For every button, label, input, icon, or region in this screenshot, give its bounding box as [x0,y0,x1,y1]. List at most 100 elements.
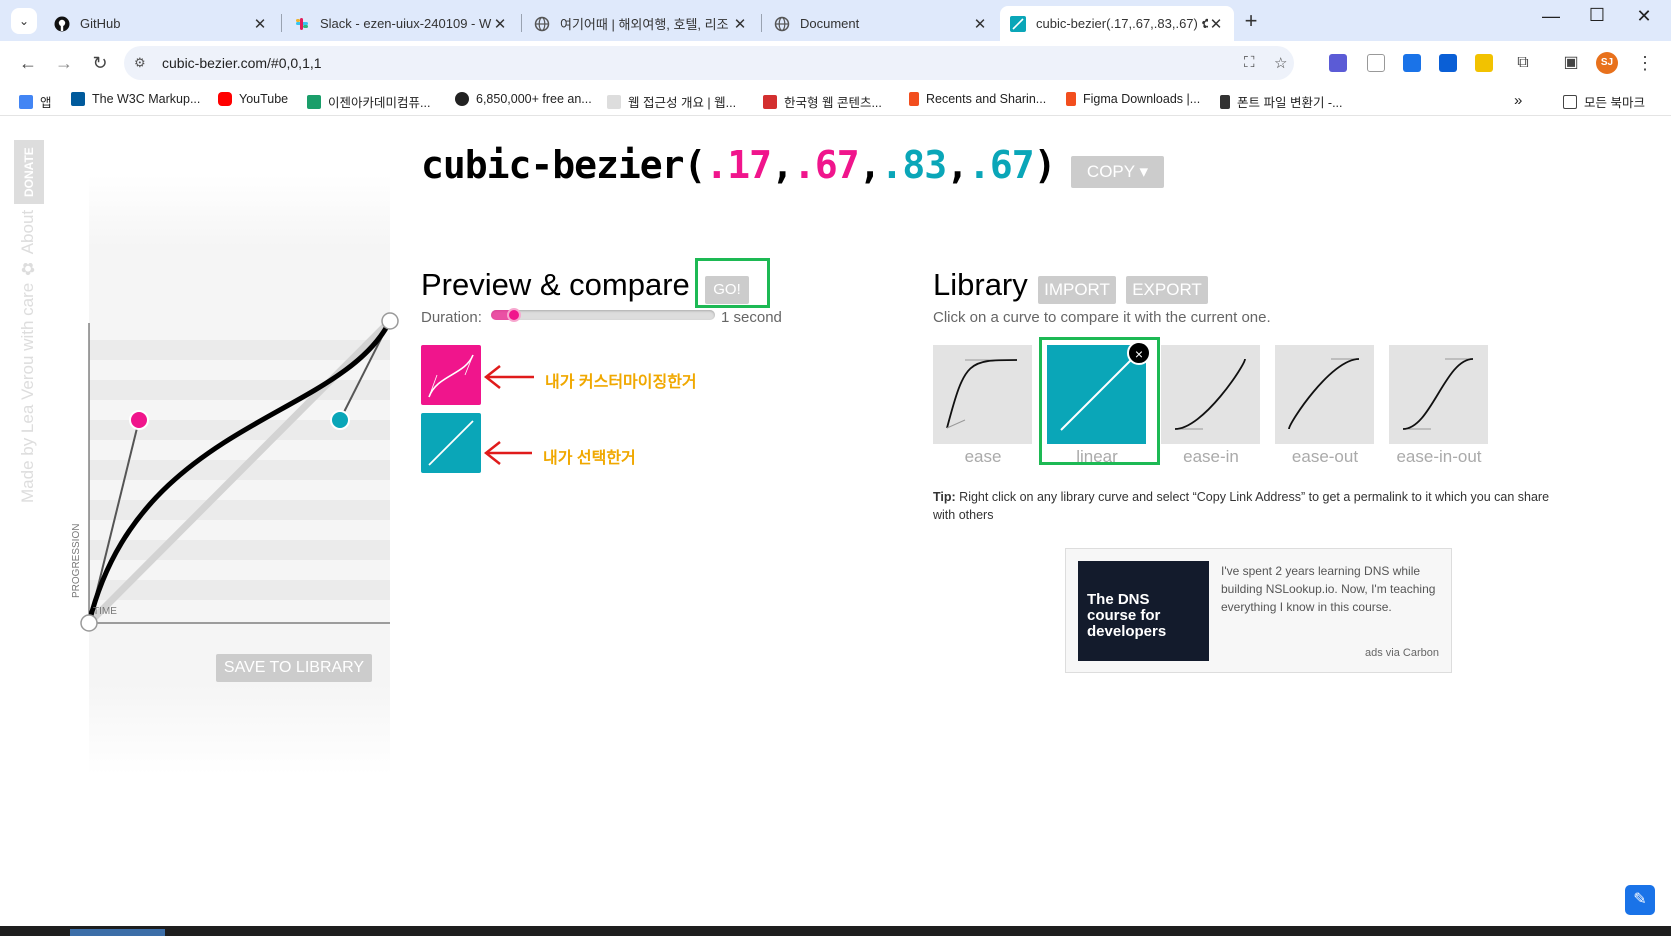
plus-icon: + [1244,8,1258,33]
bookmark-font-converter[interactable]: 폰트 파일 변환기 -... [1220,92,1343,111]
bookmark-apps[interactable]: 앱 [19,92,52,111]
annotation-arrow-icon [483,441,532,465]
library-item-ease-out[interactable] [1275,345,1374,444]
minimize-icon: — [1542,6,1560,26]
copy-button[interactable]: COPY ▾ [1071,156,1164,188]
bookmarks-overflow-button[interactable]: » [1514,92,1522,109]
tab-slack[interactable]: Slack - ezen-uiux-240109 - W ✕ [284,6,518,41]
taskbar-item[interactable] [70,929,165,936]
bookmark-all[interactable]: 모든 북마크 [1563,92,1645,111]
forward-button[interactable]: → [51,50,77,76]
extension-icon[interactable] [1329,54,1347,72]
extensions-button[interactable]: ⧉ [1510,50,1536,76]
tab-yeogi[interactable]: 여기어때 | 해외여행, 호텔, 리조 ✕ [524,6,758,41]
control-handle-p1[interactable] [129,410,149,430]
library-item-ease-in-out[interactable] [1389,345,1488,444]
bookmark-pdf[interactable]: 한국형 웹 콘텐츠... [763,92,882,111]
close-icon[interactable]: ✕ [732,15,748,33]
menu-button[interactable]: ⋮ [1632,50,1658,76]
save-to-library-button[interactable]: SAVE TO LIBRARY [216,654,372,682]
phone-extension-icon[interactable] [1367,54,1385,72]
carbon-ad[interactable]: The DNS course for developers I've spent… [1065,548,1452,673]
title-sep: , [858,143,882,187]
page-title: cubic-bezier(.17,.67,.83,.67) [421,143,1057,187]
slack-icon [296,17,308,30]
ad-image[interactable]: The DNS course for developers [1078,561,1209,661]
back-button[interactable]: ← [15,50,41,76]
reload-icon: ↻ [92,53,108,73]
profile-avatar[interactable]: SJ [1596,52,1618,74]
end-point [381,312,399,330]
color-picker-extension-button[interactable]: ✎ [1625,885,1655,915]
double-chevron-icon: » [1514,92,1523,109]
tab-divider [281,14,282,32]
control-handle-p2[interactable] [330,410,350,430]
bookmark-webaccess[interactable]: 웹 접근성 개요 | 웹... [607,92,736,111]
reload-button[interactable]: ↻ [87,50,113,76]
browser-window: ⌄ GitHub ✕ Slack - ezen-uiux-240109 - W … [0,0,1671,926]
bookmark-youtube[interactable]: YouTube [218,92,288,106]
minimize-button[interactable]: — [1531,6,1571,27]
bookmark-figma-downloads[interactable]: Figma Downloads |... [1066,92,1200,106]
side-panel-button[interactable]: ▣ [1558,50,1584,76]
site-info-icon[interactable]: ⚙ [134,55,146,71]
picker-extension-icon[interactable] [1439,54,1457,72]
library-heading: Library [933,267,1028,302]
close-icon[interactable]: ✕ [252,15,268,33]
bookmark-ezen[interactable]: 이젠아카데미컴퓨... [307,92,430,111]
puzzle-icon: ⧉ [1517,54,1529,71]
about-link[interactable]: Made by Lea Verou with care ✿ About [18,210,46,550]
bookmark-label: 이젠아카데미컴퓨... [328,96,431,110]
sheets-extension-icon[interactable] [1403,54,1421,72]
donate-link[interactable]: DONATE [14,140,44,204]
duration-slider-knob[interactable] [507,308,521,322]
tab-title: Slack - ezen-uiux-240109 - W [320,16,492,31]
bookmark-w3c[interactable]: The W3C Markup... [71,92,200,106]
close-icon: ✕ [1636,6,1652,26]
close-icon[interactable]: ✕ [492,15,508,33]
new-tab-button[interactable]: + [1238,8,1264,34]
bookmark-label: 모든 북마크 [1584,96,1645,110]
bookmark-freepik[interactable]: 6,850,000+ free an... [455,92,592,106]
curve-editor[interactable] [74,175,404,775]
url-text[interactable]: cubic-bezier.com/#0,0,1,1 [162,55,322,71]
figma-icon [909,92,919,106]
import-button[interactable]: IMPORT [1038,276,1116,304]
library-item-ease-in[interactable] [1161,345,1260,444]
library-label-ease: ease [964,447,1002,466]
export-button[interactable]: EXPORT [1126,276,1208,304]
title-p2: .67 [792,143,860,187]
tab-document[interactable]: Document ✕ [764,6,998,41]
bookmark-star-icon[interactable]: ☆ [1274,54,1287,72]
maximize-button[interactable]: ☐ [1577,5,1617,26]
image-extension-icon[interactable] [1475,54,1493,72]
ad-text[interactable]: I've spent 2 years learning DNS while bu… [1221,562,1443,616]
freepik-icon [455,92,469,106]
library-item-ease[interactable] [933,345,1032,444]
tab-divider [521,14,522,32]
tab-title: 여기어때 | 해외여행, 호텔, 리조 [560,17,729,32]
bezier-icon [1010,15,1026,32]
tab-search-button[interactable]: ⌄ [11,8,37,34]
selected-curve-preview[interactable] [421,413,481,473]
ad-via-link[interactable]: ads via Carbon [1365,647,1439,659]
tab-cubic-bezier[interactable]: cubic-bezier(.17,.67,.83,.67) ✿ c ✕ [1000,6,1234,41]
translate-icon[interactable]: ⛶ [1244,54,1255,71]
bookmark-label: Recents and Sharin... [926,92,1047,106]
tab-github[interactable]: GitHub ✕ [44,6,278,41]
bookmark-figma-recents[interactable]: Recents and Sharin... [909,92,1046,106]
folder-icon [1563,94,1577,109]
address-bar[interactable]: ⚙ cubic-bezier.com/#0,0,1,1 ⛶ ☆ [124,46,1294,80]
start-point [80,614,98,632]
close-window-button[interactable]: ✕ [1624,6,1664,27]
webaccess-icon [607,94,621,109]
close-icon[interactable]: ✕ [972,15,988,33]
tip-text: Tip: Right click on any library curve an… [933,488,1563,524]
tab-title: GitHub [80,16,121,31]
close-icon[interactable]: ✕ [1208,15,1224,33]
remove-curve-button[interactable]: × [1127,341,1151,365]
library-subtitle: Click on a curve to compare it with the … [933,309,1271,326]
duration-slider[interactable] [491,310,715,320]
annotation-selected: 내가 선택한거 [543,450,636,467]
custom-curve-preview[interactable] [421,345,481,405]
